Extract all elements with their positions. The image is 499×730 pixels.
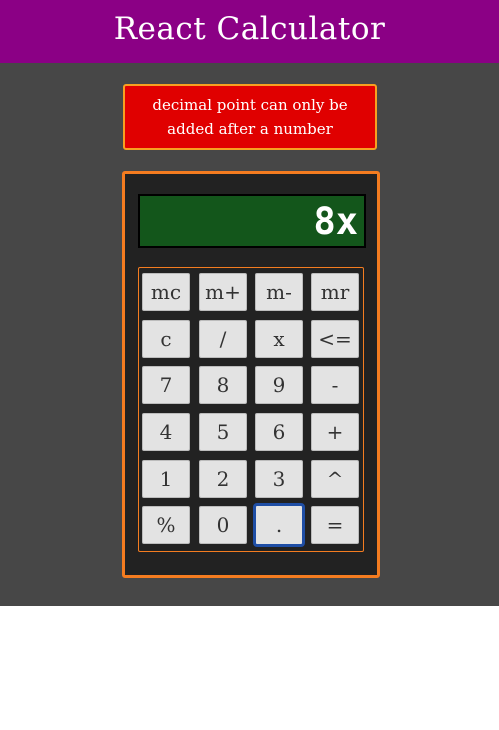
page-footer-blank <box>0 606 499 730</box>
error-message-box: decimal point can only be added after a … <box>123 84 377 150</box>
calculator: 8x mc m+ m- mr c / x <= 7 8 9 - 4 5 6 + … <box>122 171 380 578</box>
key-m-minus[interactable]: m- <box>255 273 303 311</box>
key-mr[interactable]: mr <box>311 273 359 311</box>
app-header: React Calculator <box>0 0 499 63</box>
key-4[interactable]: 4 <box>142 413 190 451</box>
key-percent[interactable]: % <box>142 506 190 544</box>
key-clear[interactable]: c <box>142 320 190 358</box>
key-add[interactable]: + <box>311 413 359 451</box>
keypad: mc m+ m- mr c / x <= 7 8 9 - 4 5 6 + 1 2… <box>138 267 364 552</box>
key-3[interactable]: 3 <box>255 460 303 498</box>
key-1[interactable]: 1 <box>142 460 190 498</box>
key-9[interactable]: 9 <box>255 366 303 404</box>
key-power[interactable]: ^ <box>311 460 359 498</box>
key-divide[interactable]: / <box>199 320 247 358</box>
app-title: React Calculator <box>113 10 386 47</box>
key-m-plus[interactable]: m+ <box>199 273 247 311</box>
key-7[interactable]: 7 <box>142 366 190 404</box>
key-equals[interactable]: = <box>311 506 359 544</box>
calculator-display: 8x <box>138 194 366 248</box>
key-decimal[interactable]: . <box>253 503 305 547</box>
error-message: decimal point can only be added after a … <box>152 96 348 138</box>
key-backspace[interactable]: <= <box>311 320 359 358</box>
key-0[interactable]: 0 <box>199 506 247 544</box>
key-multiply[interactable]: x <box>255 320 303 358</box>
key-subtract[interactable]: - <box>311 366 359 404</box>
key-5[interactable]: 5 <box>199 413 247 451</box>
main-area: decimal point can only be added after a … <box>0 63 499 606</box>
display-value: 8x <box>313 199 358 243</box>
key-2[interactable]: 2 <box>199 460 247 498</box>
key-6[interactable]: 6 <box>255 413 303 451</box>
key-mc[interactable]: mc <box>142 273 190 311</box>
key-8[interactable]: 8 <box>199 366 247 404</box>
